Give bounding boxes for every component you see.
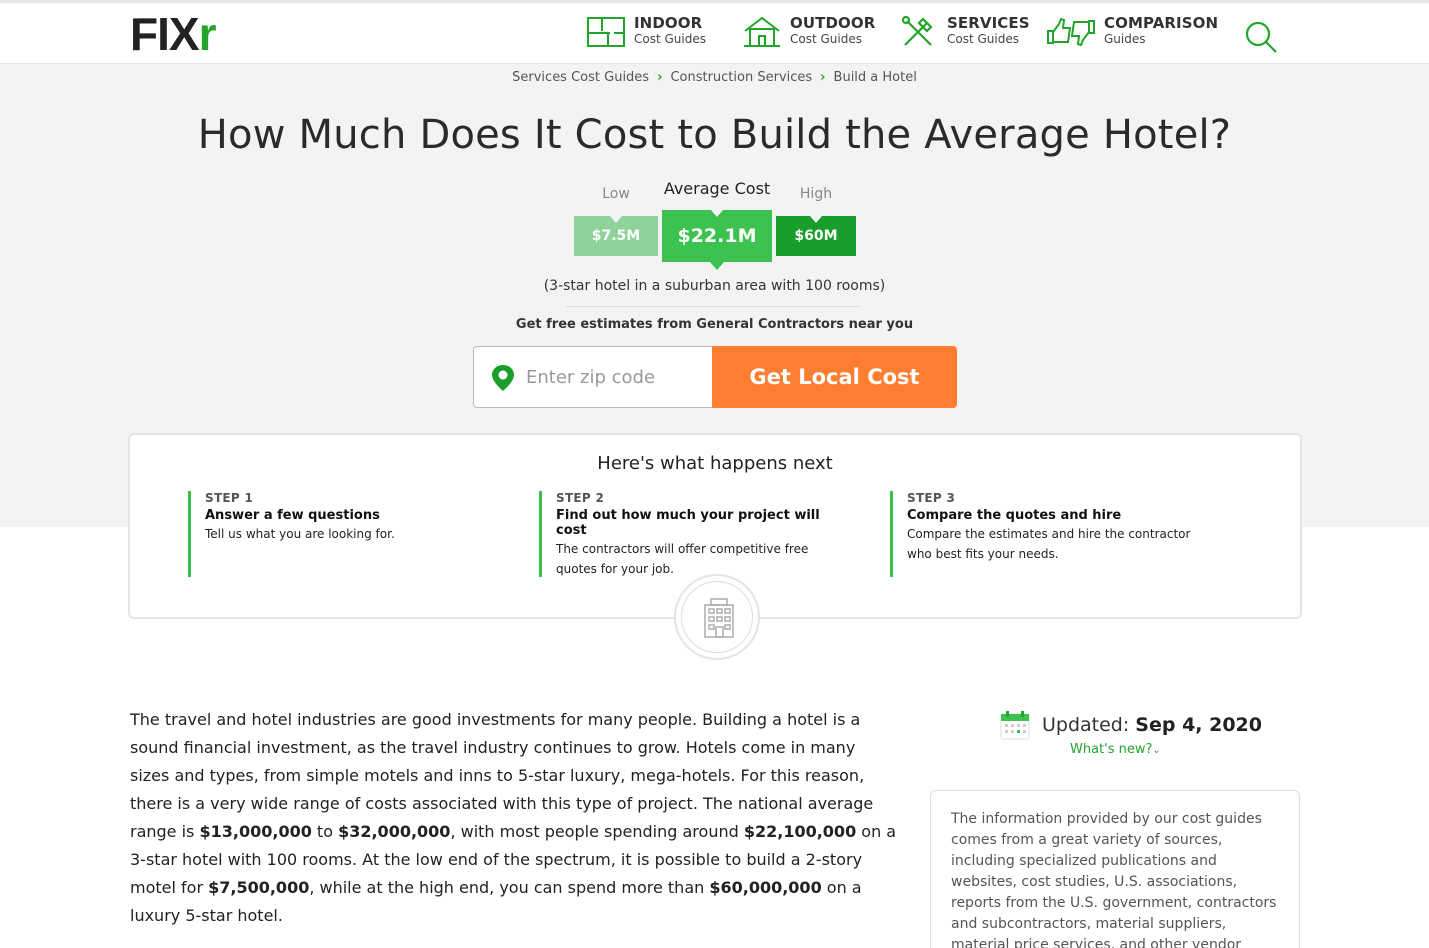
logo-accent-text: r xyxy=(198,8,217,60)
nav-outdoor-title: OUTDOOR xyxy=(790,14,876,32)
step-2: STEP 2 Find out how much your project wi… xyxy=(539,491,839,577)
nav-comparison-title: COMPARISON xyxy=(1104,14,1219,32)
breadcrumb-construction-services[interactable]: Construction Services xyxy=(670,70,812,85)
step-1: STEP 1 Answer a few questions Tell us wh… xyxy=(188,491,508,577)
step-heading: Find out how much your project will cost xyxy=(556,508,820,538)
breadcrumb-services-cost-guides[interactable]: Services Cost Guides xyxy=(512,70,649,85)
step-number: STEP 3 xyxy=(907,491,956,505)
steps-heading: Here's what happens next xyxy=(597,453,833,474)
location-pin-icon xyxy=(492,365,514,391)
chevron-right-icon: › xyxy=(657,70,663,85)
cost-note: (3-star hotel in a suburban area with 10… xyxy=(543,278,886,294)
step-description: Compare the estimates and hire the contr… xyxy=(907,527,1191,561)
article-text: , while at the high end, you can spend m… xyxy=(309,878,710,897)
step-number: STEP 1 xyxy=(205,491,254,505)
updated-date: Sep 4, 2020 xyxy=(1135,714,1263,736)
step-heading: Compare the quotes and hire xyxy=(907,508,1122,523)
sources-info-box: The information provided by our cost gui… xyxy=(930,790,1300,948)
building-icon xyxy=(704,598,734,638)
outdoor-house-icon xyxy=(744,16,780,47)
sources-info-text: The information provided by our cost gui… xyxy=(951,811,1277,948)
whats-new-link[interactable]: What's new?⌄ xyxy=(1070,742,1161,757)
fixr-logo[interactable]: FIXr xyxy=(130,11,216,57)
nav-services[interactable]: SERVICES Cost Guides xyxy=(899,15,1030,55)
step-description: Tell us what you are looking for. xyxy=(205,527,395,541)
article-text: to xyxy=(311,822,339,841)
low-cost-label: Low xyxy=(602,186,630,202)
article-value-low: $7,500,000 xyxy=(208,878,310,897)
article-value-high-range: $32,000,000 xyxy=(338,822,451,841)
nav-indoor-sub: Cost Guides xyxy=(634,32,706,46)
top-nav-bar: FIXr INDOOR Cost Guides OUTDOOR Cost Gui… xyxy=(0,0,1429,64)
page-title: How Much Does It Cost to Build the Avera… xyxy=(197,112,1232,158)
zip-input-wrapper xyxy=(473,346,713,408)
article-value-low-range: $13,000,000 xyxy=(199,822,312,841)
calendar-icon xyxy=(1000,711,1030,740)
average-cost-label: Average Cost xyxy=(663,179,771,198)
building-badge xyxy=(674,574,760,660)
search-icon[interactable] xyxy=(1244,20,1278,54)
free-estimates-heading: Get free estimates from General Contract… xyxy=(515,317,914,332)
average-cost-notch xyxy=(710,262,724,270)
step-description: The contractors will offer competitive f… xyxy=(556,542,809,576)
step-3: STEP 3 Compare the quotes and hire Compa… xyxy=(890,491,1200,577)
chevron-down-icon: ⌄ xyxy=(1152,745,1161,756)
average-cost-value: $22.1M xyxy=(662,210,772,262)
services-tools-icon xyxy=(901,15,933,46)
nav-comparison-sub: Guides xyxy=(1104,32,1146,46)
nav-indoor-title: INDOOR xyxy=(634,14,703,32)
article-value-high: $60,000,000 xyxy=(709,878,822,897)
nav-indoor[interactable]: INDOOR Cost Guides xyxy=(586,15,706,55)
zip-code-input[interactable] xyxy=(526,361,706,393)
high-cost-label: High xyxy=(799,186,833,202)
whats-new-label: What's new? xyxy=(1070,742,1153,757)
divider xyxy=(566,306,861,307)
average-cost-notch-top xyxy=(711,210,723,217)
chevron-right-icon: › xyxy=(820,70,826,85)
get-local-cost-button[interactable]: Get Local Cost xyxy=(712,346,957,408)
nav-services-title: SERVICES xyxy=(947,14,1030,32)
step-number: STEP 2 xyxy=(556,491,605,505)
breadcrumb-current: Build a Hotel xyxy=(833,70,917,85)
updated-label: Updated: xyxy=(1042,714,1130,736)
high-cost-notch xyxy=(810,216,822,223)
nav-outdoor[interactable]: OUTDOOR Cost Guides xyxy=(742,15,875,55)
article-value-average: $22,100,000 xyxy=(743,822,857,841)
breadcrumb: Services Cost Guides › Construction Servic… xyxy=(0,70,1429,85)
article-text: , with most people spending around xyxy=(450,822,744,841)
nav-comparison[interactable]: COMPARISON Guides xyxy=(1046,15,1218,55)
low-cost-notch xyxy=(610,216,622,223)
step-heading: Answer a few questions xyxy=(205,508,380,523)
indoor-floorplan-icon xyxy=(587,17,625,47)
updated-row: Updated: Sep 4, 2020 xyxy=(1000,708,1262,742)
logo-main-text: FIX xyxy=(130,8,200,60)
nav-services-sub: Cost Guides xyxy=(947,32,1019,46)
nav-outdoor-sub: Cost Guides xyxy=(790,32,862,46)
article-intro-paragraph: The travel and hotel industries are good… xyxy=(130,706,898,930)
comparison-thumbs-icon xyxy=(1047,17,1095,47)
